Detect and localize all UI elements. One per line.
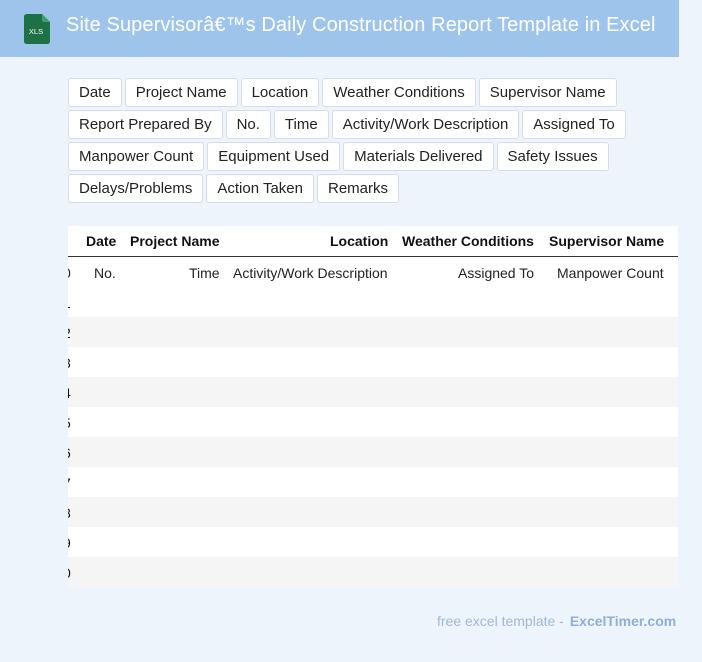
tag-no[interactable]: No. [225, 110, 271, 139]
table-row: 7 [68, 467, 678, 497]
spreadsheet-preview: Date Project Name Location Weather Condi… [68, 226, 678, 587]
tag-action-taken[interactable]: Action Taken [206, 174, 314, 203]
tag-equipment-used[interactable]: Equipment Used [207, 142, 341, 171]
row-number: 7 [68, 475, 71, 491]
tag-manpower-count[interactable]: Manpower Count [68, 142, 205, 171]
table-row: 9 [68, 527, 678, 557]
page-title: Site Supervisorâ€™s Daily Construction R… [66, 14, 656, 36]
row-number: 2 [68, 325, 71, 341]
table-row: 2 [68, 317, 678, 347]
column-tag-list: Date Project Name Location Weather Condi… [68, 78, 638, 203]
sub-cell-time: Time [189, 265, 220, 281]
row-number: 5 [68, 415, 71, 431]
footer-credit: free excel template - ExcelTimer.com [437, 613, 676, 629]
table-row: 5 [68, 407, 678, 437]
sub-cell-manpower-count: Manpower Count [557, 265, 664, 281]
table-row: 3 [68, 347, 678, 377]
title-bar: XLS Site Supervisorâ€™s Daily Constructi… [0, 0, 679, 57]
excel-file-icon: XLS [24, 14, 50, 44]
sub-cell-no: No. [94, 265, 116, 281]
tag-supervisor-name[interactable]: Supervisor Name [478, 78, 617, 107]
row-number: 6 [68, 445, 71, 461]
table-row: 8 [68, 497, 678, 527]
row-number: 4 [68, 385, 71, 401]
tag-date[interactable]: Date [68, 78, 122, 107]
table-row: 6 [68, 437, 678, 467]
sheet-subheader-row: 0 No. Time Activity/Work Description Ass… [68, 257, 678, 287]
tag-project-name[interactable]: Project Name [124, 78, 238, 107]
row-number: 0 [68, 565, 71, 581]
row-number: 1 [68, 295, 71, 311]
table-row: 4 [68, 377, 678, 407]
sub-cell-activity-work-description: Activity/Work Description [233, 265, 388, 281]
tag-assigned-to[interactable]: Assigned To [522, 110, 626, 139]
tag-time[interactable]: Time [273, 110, 329, 139]
tag-location[interactable]: Location [240, 78, 320, 107]
sub-cell-row-number: 0 [68, 265, 71, 281]
tag-materials-delivered[interactable]: Materials Delivered [343, 142, 494, 171]
header-cell-weather-conditions: Weather Conditions [402, 233, 534, 249]
header-cell-date: Date [86, 233, 117, 249]
footer-brand-link[interactable]: ExcelTimer.com [570, 613, 676, 629]
tag-activity-work-description[interactable]: Activity/Work Description [331, 110, 520, 139]
table-row: 0 [68, 557, 678, 587]
header-cell-supervisor-name: Supervisor Name [549, 233, 665, 249]
row-number: 8 [68, 505, 71, 521]
tag-weather-conditions[interactable]: Weather Conditions [322, 78, 476, 107]
row-number: 3 [68, 355, 71, 371]
table-row: 1 [68, 287, 678, 317]
sub-cell-assigned-to: Assigned To [458, 265, 535, 281]
tag-remarks[interactable]: Remarks [317, 174, 400, 203]
tag-delays-problems[interactable]: Delays/Problems [68, 174, 204, 203]
tag-safety-issues[interactable]: Safety Issues [496, 142, 609, 171]
footer-text: free excel template - [437, 613, 564, 629]
row-number: 9 [68, 535, 71, 551]
tag-report-prepared-by[interactable]: Report Prepared By [68, 110, 223, 139]
sheet-header-row: Date Project Name Location Weather Condi… [68, 226, 678, 257]
header-cell-location: Location [330, 233, 389, 249]
header-cell-project-name: Project Name [130, 233, 220, 249]
excel-icon-label: XLS [29, 27, 43, 36]
